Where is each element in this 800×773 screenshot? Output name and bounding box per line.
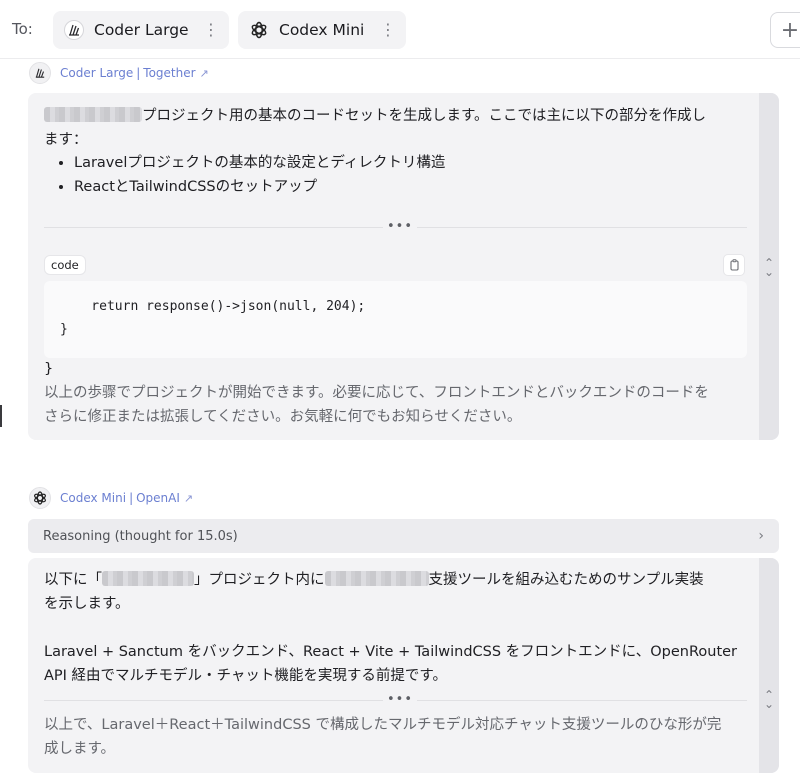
redacted-text — [324, 571, 429, 586]
coder-large-logo-icon — [29, 62, 51, 84]
copy-code-button[interactable] — [723, 254, 745, 276]
model-chip-coder-large[interactable]: Coder Large ⋮ — [53, 11, 229, 49]
model-name-link[interactable]: Coder Large — [60, 66, 133, 80]
intro-text: 以下に「 — [44, 572, 102, 588]
code-block: return response()->json(null, 204); } — [44, 281, 747, 358]
coder-large-logo-icon — [63, 19, 85, 41]
to-label: To: — [12, 20, 33, 38]
kebab-menu-icon[interactable]: ⋮ — [380, 22, 396, 38]
scroll-arrows-icon[interactable]: ⌃ ⌄ — [763, 257, 775, 278]
outro-text-cont: 成します。 — [44, 741, 116, 757]
provider-link[interactable]: Together — [143, 66, 195, 80]
response-outro: 以上で、Laravel＋React＋TailwindCSS で構成したマルチモデ… — [44, 713, 756, 761]
external-link-icon[interactable]: ↗ — [200, 67, 209, 80]
separator: | — [136, 66, 141, 80]
header-divider — [0, 58, 800, 59]
intro-text-cont: を示します。 — [44, 596, 130, 612]
outro-text: 以上の歩骤でプロジェクトが開始できます。必要に応じて、フロントエンドとバックエン… — [44, 385, 709, 401]
response-header-coder-large: Coder Large | Together ↗ — [29, 62, 209, 84]
add-model-button[interactable]: + — [770, 12, 800, 48]
intro-text-cont: ます： — [44, 132, 88, 148]
openai-logo-icon — [248, 19, 270, 41]
model-name-link[interactable]: Codex Mini — [60, 491, 126, 505]
redacted-text — [102, 571, 194, 586]
paragraph-text-cont: API 経由でマルチモデル・チャット機能を実現する前提です。 — [44, 668, 447, 684]
code-line: return response()->json(null, 204); — [60, 299, 366, 314]
outro-text: 以上で、Laravel＋React＋TailwindCSS で構成したマルチモデ… — [44, 717, 722, 733]
openai-logo-icon — [29, 487, 51, 509]
intro-text: 」プロジェクト内に — [194, 572, 325, 588]
separator: | — [129, 491, 134, 505]
response-intro: 以下に「 」プロジェクト内に 支援ツールを組み込むためのサンプル実装 を示します。 — [44, 568, 756, 616]
card-scrollbar[interactable] — [759, 558, 779, 773]
code-language-tag: code — [44, 255, 86, 275]
expand-collapsed-button[interactable]: ••• — [383, 692, 418, 707]
paragraph-text: Laravel + Sanctum をバックエンド、React + Vite +… — [44, 644, 738, 660]
external-link-icon[interactable]: ↗ — [184, 492, 193, 505]
redacted-text — [44, 107, 142, 122]
feature-list: Laravelプロジェクトの基本的な設定とディレクトリ構造 ReactとTail… — [44, 151, 445, 199]
model-chip-label: Coder Large — [94, 21, 189, 39]
intro-text: 支援ツールを組み込むためのサンプル実装 — [428, 572, 704, 588]
scroll-arrows-icon[interactable]: ⌃ ⌄ — [763, 689, 775, 710]
outro-text-cont: さらに修正または拡張してください。お気軽に何でもお知らせください。 — [44, 409, 522, 425]
reasoning-label: Reasoning (thought for 15.0s) — [43, 528, 238, 544]
copy-icon — [729, 259, 739, 271]
response-paragraph: Laravel + Sanctum をバックエンド、React + Vite +… — [44, 640, 756, 688]
kebab-menu-icon[interactable]: ⋮ — [203, 22, 219, 38]
provider-link[interactable]: OpenAI — [136, 491, 180, 505]
expand-collapsed-button[interactable]: ••• — [383, 219, 418, 234]
response-outro: 以上の歩骤でプロジェクトが開始できます。必要に応じて、フロントエンドとバックエン… — [44, 381, 756, 429]
model-chip-label: Codex Mini — [279, 21, 365, 39]
code-line: } — [60, 322, 68, 337]
closing-brace: } — [44, 361, 54, 377]
reasoning-toggle[interactable]: Reasoning (thought for 15.0s) › — [28, 519, 779, 553]
resize-handle[interactable] — [0, 405, 2, 427]
list-item: ReactとTailwindCSSのセットアップ — [74, 175, 445, 199]
chevron-right-icon: › — [758, 528, 764, 544]
intro-text: プロジェクト用の基本のコードセットを生成します。ここでは主に以下の部分を作成し — [142, 108, 707, 124]
response-header-codex-mini: Codex Mini | OpenAI ↗ — [29, 487, 193, 509]
list-item: Laravelプロジェクトの基本的な設定とディレクトリ構造 — [74, 151, 445, 175]
model-chip-codex-mini[interactable]: Codex Mini ⋮ — [238, 11, 406, 49]
response-intro: プロジェクト用の基本のコードセットを生成します。ここでは主に以下の部分を作成し … — [44, 104, 756, 152]
